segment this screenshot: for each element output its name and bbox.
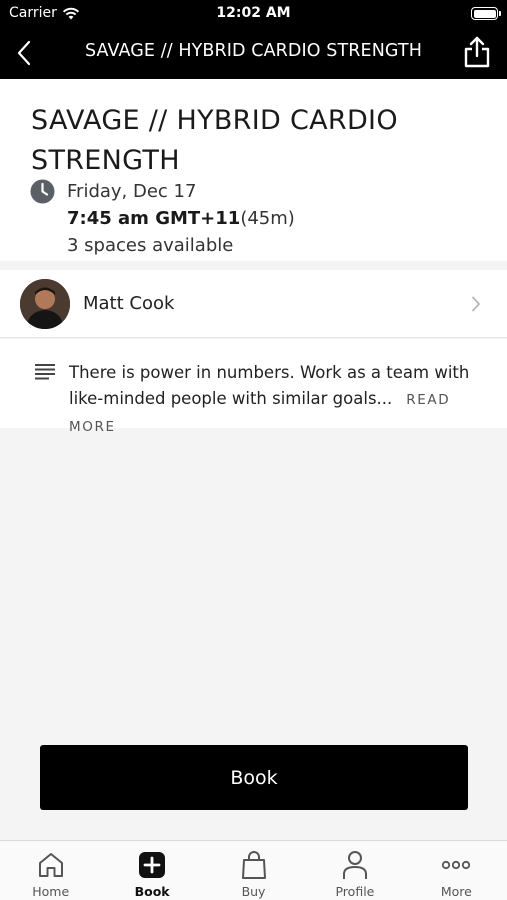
class-info-card: SAVAGE // HYBRID CARDIO STRENGTH Friday,… xyxy=(0,79,507,261)
chevron-right-icon xyxy=(472,296,480,312)
clock-icon xyxy=(30,179,55,204)
tab-profile[interactable]: Profile xyxy=(304,841,405,900)
share-button[interactable] xyxy=(462,34,492,70)
class-time: 7:45 am GMT+11 xyxy=(67,208,241,229)
tab-bar: Home Book Buy Profile More xyxy=(0,840,507,900)
tab-buy[interactable]: Buy xyxy=(203,841,304,900)
class-duration: (45m) xyxy=(240,208,295,229)
tab-more[interactable]: More xyxy=(406,841,507,900)
nav-title: SAVAGE // HYBRID CARDIO STRENGTH xyxy=(85,41,422,61)
avatar xyxy=(20,279,70,329)
back-button[interactable] xyxy=(10,38,38,68)
tab-label-book: Book xyxy=(134,884,170,899)
class-time-line: 7:45 am GMT+11(45m) xyxy=(67,208,295,229)
top-header: Carrier 12:02 AM SAVAGE // HYBRID CARDIO… xyxy=(0,0,507,79)
class-date: Friday, Dec 17 xyxy=(67,181,197,202)
chevron-left-icon xyxy=(17,40,31,66)
description-text-block: There is power in numbers. Work as a tea… xyxy=(69,360,489,441)
tab-home[interactable]: Home xyxy=(0,841,101,900)
battery-icon xyxy=(471,7,501,20)
tab-label-more: More xyxy=(440,884,472,899)
status-time: 12:02 AM xyxy=(216,5,291,21)
coach-row[interactable]: Matt Cook xyxy=(0,270,507,338)
book-button[interactable]: Book xyxy=(40,745,468,810)
text-lines-icon xyxy=(35,364,55,380)
home-icon xyxy=(36,850,66,880)
more-dots-icon xyxy=(441,850,471,880)
share-icon xyxy=(464,36,490,68)
class-spaces: 3 spaces available xyxy=(67,235,234,256)
description-row: There is power in numbers. Work as a tea… xyxy=(0,339,507,435)
plus-square-icon xyxy=(137,850,167,880)
shopping-bag-icon xyxy=(239,850,269,880)
coach-name: Matt Cook xyxy=(83,293,175,314)
person-icon xyxy=(340,850,370,880)
nav-bar: SAVAGE // HYBRID CARDIO STRENGTH xyxy=(0,28,507,79)
tab-book[interactable]: Book xyxy=(101,841,202,900)
class-title: SAVAGE // HYBRID CARDIO STRENGTH xyxy=(31,105,398,176)
tab-label-home: Home xyxy=(32,884,70,899)
tab-label-buy: Buy xyxy=(241,884,266,899)
status-bar: Carrier 12:02 AM xyxy=(0,0,507,28)
tab-label-profile: Profile xyxy=(335,884,375,899)
